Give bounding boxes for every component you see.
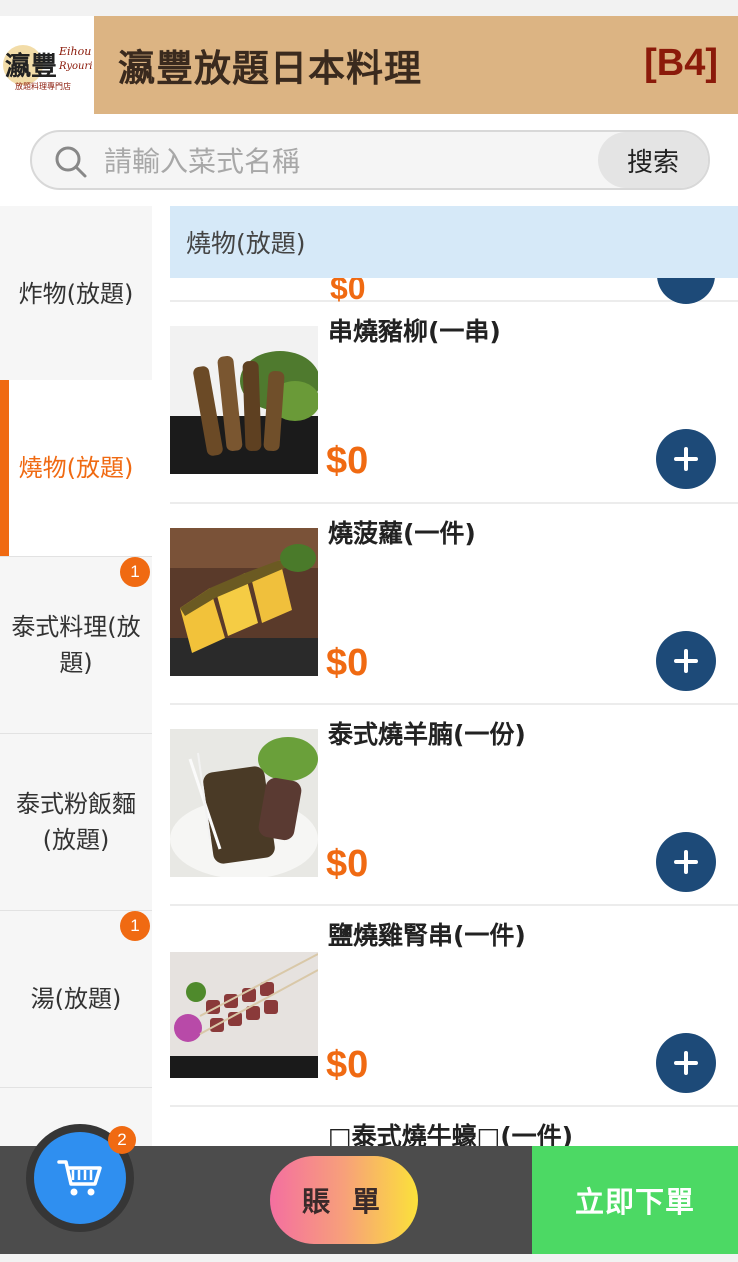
- item-price: $0: [326, 843, 369, 885]
- plus-icon: [674, 649, 698, 673]
- sidebar-item-label: 炸物(放題): [18, 280, 134, 308]
- menu-item: 鹽燒雞腎串(一件) $0: [170, 904, 738, 1105]
- sidebar-item-label: 泰式粉飯麵(放題): [16, 790, 136, 854]
- sidebar-item-label: 泰式料理(放題): [11, 613, 141, 677]
- plus-icon: [674, 1051, 698, 1075]
- menu-item: 串燒豬柳(一串) $0: [170, 300, 738, 501]
- menu-item: 泰式燒羊腩(一份) $0: [170, 703, 738, 904]
- pork-skewer-image: [170, 326, 318, 474]
- sidebar-item-thai-noodles-rice[interactable]: 泰式粉飯麵(放題): [0, 734, 152, 911]
- menu-item: 燒菠蘿(一件) $0: [170, 502, 738, 703]
- category-count-badge: 1: [120, 557, 150, 587]
- sidebar-item-thai-cuisine[interactable]: 1 泰式料理(放題): [0, 557, 152, 734]
- place-order-button[interactable]: 立即下單: [532, 1146, 738, 1254]
- add-to-cart-button[interactable]: [656, 832, 716, 892]
- search-box: 搜索: [30, 130, 710, 190]
- title-bar: 瀛豐放題日本料理 [B4]: [94, 16, 738, 114]
- dish-photo: [170, 528, 318, 676]
- menu-list: 燒物(放題) $0 串燒豬柳(一串) $0 燒菠蘿(一件) $0 泰式燒羊腩(一…: [152, 206, 738, 1146]
- category-count-badge: 1: [120, 911, 150, 941]
- cart-count-badge: 2: [108, 1126, 136, 1154]
- item-name: 鹽燒雞腎串(一件): [328, 921, 526, 950]
- add-to-cart-button[interactable]: [656, 1033, 716, 1093]
- svg-text:Eihou: Eihou: [58, 45, 91, 58]
- dish-photo: [170, 729, 318, 877]
- menu-item: □泰式燒牛蠔□(一件): [170, 1105, 738, 1146]
- grilled-pineapple-image: [170, 528, 318, 676]
- item-price: $0: [326, 642, 369, 684]
- header: 瀛豐 Eihou Ryouri 放題料理專門店 瀛豐放題日本料理 [B4]: [0, 16, 738, 114]
- grilled-lamb-image: [170, 729, 318, 877]
- restaurant-name: 瀛豐放題日本料理: [118, 47, 422, 90]
- search-icon: [55, 146, 87, 178]
- bill-button[interactable]: 賬 單: [270, 1156, 418, 1244]
- item-name: 燒菠蘿(一件): [328, 519, 476, 548]
- logo-icon: 瀛豐 Eihou Ryouri 放題料理專門店: [3, 45, 92, 91]
- sidebar-item-grilled[interactable]: 燒物(放題): [0, 380, 152, 557]
- svg-text:瀛豐: 瀛豐: [5, 51, 57, 82]
- plus-icon: [674, 447, 698, 471]
- svg-text:放題料理專門店: 放題料理專門店: [15, 81, 71, 91]
- restaurant-logo: 瀛豐 Eihou Ryouri 放題料理專門店: [0, 16, 94, 114]
- add-to-cart-button[interactable]: [656, 631, 716, 691]
- item-name: □泰式燒牛蠔□(一件): [328, 1122, 574, 1146]
- shopping-cart-icon: [57, 1160, 102, 1196]
- search-area: 搜索: [0, 114, 738, 206]
- bottom-strip: [0, 1254, 738, 1262]
- dish-photo: [170, 930, 318, 1078]
- status-strip: [0, 0, 738, 16]
- item-name: 泰式燒羊腩(一份): [328, 720, 526, 749]
- search-button[interactable]: 搜索: [598, 132, 708, 188]
- sidebar-item-label: 湯(放題): [30, 985, 122, 1013]
- item-name: 串燒豬柳(一串): [328, 317, 501, 346]
- item-price: $0: [326, 1044, 369, 1086]
- sidebar-item-soup[interactable]: 1 湯(放題): [0, 911, 152, 1088]
- add-to-cart-button[interactable]: [656, 429, 716, 489]
- chicken-gizzard-skewer-image: [170, 930, 318, 1078]
- table-code: [B4]: [644, 42, 718, 84]
- plus-icon: [674, 850, 698, 874]
- section-header: 燒物(放題): [170, 206, 738, 278]
- search-input[interactable]: [104, 138, 584, 184]
- category-sidebar: 炸物(放題) 燒物(放題) 1 泰式料理(放題) 泰式粉飯麵(放題) 1 湯(放…: [0, 206, 152, 1146]
- item-price: $0: [326, 440, 369, 482]
- dish-photo: [170, 326, 318, 474]
- sidebar-item-label: 燒物(放題): [18, 454, 134, 482]
- svg-text:Ryouri: Ryouri: [58, 61, 92, 72]
- sidebar-item-fried[interactable]: 炸物(放題): [0, 206, 152, 383]
